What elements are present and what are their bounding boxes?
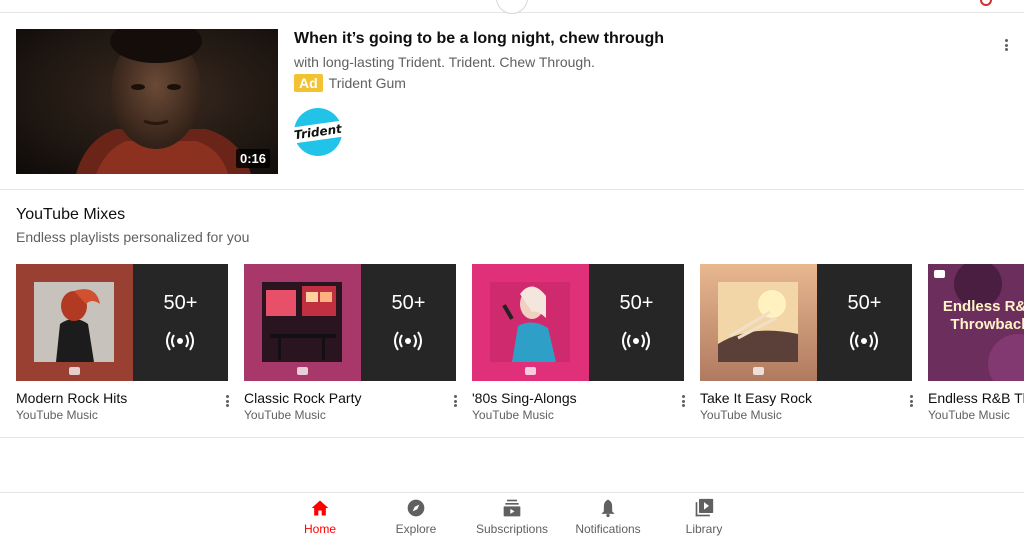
mix-card[interactable]: Endless R&B Throwback Endless R&B Throwb… xyxy=(928,264,1024,422)
mix-card[interactable]: 50+ '80s Sing-Alongs YouTube Music xyxy=(472,264,685,422)
mix-card[interactable]: 50+ Modern Rock Hits YouTube Music xyxy=(16,264,229,422)
mix-title[interactable]: Classic Rock Party xyxy=(244,390,456,406)
mix-artwork: Endless R&B Throwback xyxy=(928,264,1024,381)
mix-channel: YouTube Music xyxy=(928,408,1010,422)
subscriptions-icon xyxy=(503,499,521,517)
mix-count: 50+ xyxy=(163,292,198,314)
nav-label: Explore xyxy=(395,522,437,536)
ad-card[interactable]: 0:16 When it’s going to be a long night,… xyxy=(0,13,1024,190)
mix-count-panel: 50+ xyxy=(361,264,456,381)
mix-artwork-text: Endless R&B Throwback xyxy=(942,298,1024,333)
mix-channel: YouTube Music xyxy=(16,408,98,422)
advertiser-logo-text: Trident xyxy=(290,120,346,144)
nav-label: Library xyxy=(685,522,723,536)
mix-count: 50+ xyxy=(391,292,426,314)
mix-channel: YouTube Music xyxy=(472,408,554,422)
nav-label: Subscriptions xyxy=(475,522,549,536)
mix-card[interactable]: 50+ Take It Easy Rock YouTube Music xyxy=(700,264,913,422)
youtube-music-badge-icon xyxy=(69,367,80,375)
youtube-music-badge-icon xyxy=(297,367,308,375)
nav-subscriptions[interactable]: Subscriptions xyxy=(464,493,560,540)
youtube-mixes-section: YouTube Mixes Endless playlists personal… xyxy=(0,190,1024,438)
mix-thumbnail[interactable]: 50+ xyxy=(700,264,912,381)
video-duration: 0:16 xyxy=(235,149,270,168)
mix-channel: YouTube Music xyxy=(700,408,782,422)
nav-notifications[interactable]: Notifications xyxy=(560,493,656,540)
mix-more-options-icon[interactable] xyxy=(903,393,919,409)
ad-advertiser: Trident Gum xyxy=(328,75,406,91)
section-subtitle: Endless playlists personalized for you xyxy=(16,229,250,245)
mix-count: 50+ xyxy=(619,292,654,314)
youtube-music-badge-icon xyxy=(934,270,945,278)
mix-title[interactable]: Endless R&B Throwback xyxy=(928,390,1024,406)
mix-title[interactable]: Take It Easy Rock xyxy=(700,390,912,406)
ad-more-options-icon[interactable] xyxy=(998,37,1014,53)
radio-broadcast-icon xyxy=(394,331,422,351)
mix-more-options-icon[interactable] xyxy=(675,393,691,409)
mix-artwork xyxy=(700,264,817,381)
nav-library[interactable]: Library xyxy=(656,493,752,540)
ad-video-thumbnail[interactable]: 0:16 xyxy=(16,29,278,174)
ad-title[interactable]: When it’s going to be a long night, chew… xyxy=(294,30,664,48)
ad-meta: Ad Trident Gum xyxy=(294,74,406,92)
library-icon xyxy=(695,498,714,517)
home-icon xyxy=(311,500,329,516)
mix-title[interactable]: '80s Sing-Alongs xyxy=(472,390,684,406)
mix-artwork xyxy=(244,264,361,381)
bottom-navigation: Home Explore Subscriptions Notifications xyxy=(0,492,1024,540)
mix-artwork xyxy=(472,264,589,381)
mix-card[interactable]: 50+ Classic Rock Party YouTube Music xyxy=(244,264,457,422)
nav-home[interactable]: Home xyxy=(272,493,368,540)
bell-icon xyxy=(601,499,615,518)
mix-channel: YouTube Music xyxy=(244,408,326,422)
mix-title[interactable]: Modern Rock Hits xyxy=(16,390,228,406)
youtube-music-badge-icon xyxy=(753,367,764,375)
mix-thumbnail[interactable]: 50+ xyxy=(244,264,456,381)
advertiser-logo[interactable]: Trident xyxy=(290,108,346,156)
mix-more-options-icon[interactable] xyxy=(447,393,463,409)
pull-refresh-indicator xyxy=(496,0,528,14)
mix-artwork xyxy=(16,264,133,381)
radio-broadcast-icon xyxy=(850,331,878,351)
mix-count-panel: 50+ xyxy=(817,264,912,381)
nav-explore[interactable]: Explore xyxy=(368,493,464,540)
compass-icon xyxy=(407,499,425,517)
radio-broadcast-icon xyxy=(166,331,194,351)
mix-thumbnail[interactable]: 50+ xyxy=(16,264,228,381)
ad-description: with long-lasting Trident. Trident. Chew… xyxy=(294,54,595,70)
radio-broadcast-icon xyxy=(622,331,650,351)
nav-label: Home xyxy=(303,522,336,536)
mix-count-panel: 50+ xyxy=(589,264,684,381)
nav-label: Notifications xyxy=(575,522,641,536)
mix-count-panel: 50+ xyxy=(133,264,228,381)
mix-thumbnail[interactable]: Endless R&B Throwback xyxy=(928,264,1024,381)
mix-thumbnail[interactable]: 50+ xyxy=(472,264,684,381)
youtube-music-badge-icon xyxy=(525,367,536,375)
ad-badge: Ad xyxy=(294,74,323,92)
top-strip xyxy=(0,0,1024,14)
mix-more-options-icon[interactable] xyxy=(219,393,235,409)
mix-count: 50+ xyxy=(847,292,882,314)
account-avatar-edge[interactable] xyxy=(980,0,992,6)
section-title: YouTube Mixes xyxy=(16,206,126,223)
